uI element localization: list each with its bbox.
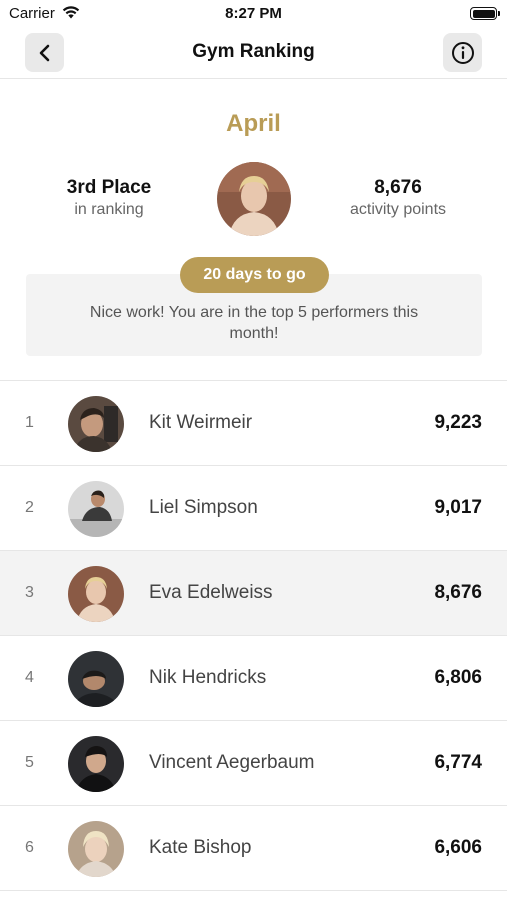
info-button[interactable] <box>443 33 482 72</box>
member-name: Vincent Aegerbaum <box>149 752 315 773</box>
member-points: 6,806 <box>434 667 482 688</box>
member-name: Eva Edelweiss <box>149 582 273 603</box>
ranking-row[interactable]: 6 Kate Bishop 6,606 <box>0 806 507 891</box>
member-name: Liel Simpson <box>149 497 258 518</box>
member-points: 9,017 <box>434 497 482 518</box>
rank-number: 6 <box>25 839 34 856</box>
member-points: 9,223 <box>434 412 482 433</box>
avatar <box>68 396 124 452</box>
nav-bar: Gym Ranking <box>0 29 507 79</box>
battery-icon <box>470 7 500 20</box>
member-name: Kate Bishop <box>149 837 252 858</box>
avatar <box>68 566 124 622</box>
page-title: Gym Ranking <box>192 41 315 62</box>
ranking-row[interactable]: 1 Kit Weirmeir 9,223 <box>0 381 507 466</box>
avatar <box>68 736 124 792</box>
month-label: April <box>226 110 281 137</box>
ranking-row-current-user[interactable]: 3 Eva Edelweiss 8,676 <box>0 551 507 636</box>
place-label: in ranking <box>74 201 144 218</box>
ranking-row[interactable]: 5 Vincent Aegerbaum 6,774 <box>0 721 507 806</box>
avatar <box>68 821 124 877</box>
clock: 8:27 PM <box>225 5 282 22</box>
info-circle-icon <box>451 41 475 65</box>
rank-number: 4 <box>25 669 34 686</box>
notice-message: Nice work! You are in the top 5 performe… <box>89 304 419 342</box>
place-value: 3rd Place <box>66 177 152 198</box>
points-stat: 8,676 activity points <box>308 177 488 219</box>
member-points: 6,606 <box>434 837 482 858</box>
rank-number: 5 <box>25 754 34 771</box>
ranking-list: 1 Kit Weirmeir 9,223 2 Liel Simpson 9,01… <box>0 380 507 891</box>
member-points: 6,774 <box>434 752 482 773</box>
member-name: Nik Hendricks <box>149 667 267 688</box>
member-name: Kit Weirmeir <box>149 412 253 433</box>
status-bar: Carrier 8:27 PM <box>0 0 507 28</box>
days-remaining-badge: 20 days to go <box>180 257 329 293</box>
avatar <box>217 162 291 236</box>
points-value: 8,676 <box>374 177 422 198</box>
summary-section: April 3rd Place in ranking 8,676 activit… <box>0 80 507 380</box>
ranking-row[interactable]: 2 Liel Simpson 9,017 <box>0 466 507 551</box>
ranking-row[interactable]: 4 Nik Hendricks 6,806 <box>0 636 507 721</box>
rank-number: 3 <box>25 584 34 601</box>
member-points: 8,676 <box>434 582 482 603</box>
avatar <box>68 651 124 707</box>
rank-number: 1 <box>25 414 34 431</box>
avatar <box>68 481 124 537</box>
rank-number: 2 <box>25 499 34 516</box>
points-label: activity points <box>349 201 447 218</box>
place-stat: 3rd Place in ranking <box>19 177 199 219</box>
